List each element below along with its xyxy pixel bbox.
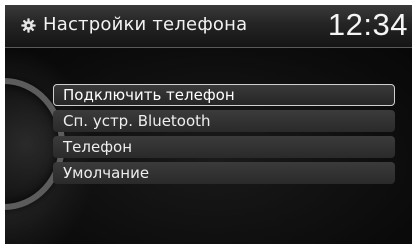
menu-item-connect-phone[interactable]: Подключить телефон xyxy=(53,84,395,106)
gear-icon xyxy=(21,18,36,33)
display-screen: Настройки телефона 12:34 Подключить теле… xyxy=(5,5,412,244)
menu-item-bluetooth-devices[interactable]: Сп. устр. Bluetooth xyxy=(53,110,395,132)
header-bar: Настройки телефона 12:34 xyxy=(5,5,412,48)
menu-area: Подключить телефон Сп. устр. Bluetooth Т… xyxy=(5,48,412,244)
menu-item-phone[interactable]: Телефон xyxy=(53,136,395,158)
page-title: Настройки телефона xyxy=(43,14,248,35)
clock: 12:34 xyxy=(327,7,408,42)
settings-menu: Подключить телефон Сп. устр. Bluetooth Т… xyxy=(53,84,395,188)
menu-item-default[interactable]: Умолчание xyxy=(53,162,395,184)
